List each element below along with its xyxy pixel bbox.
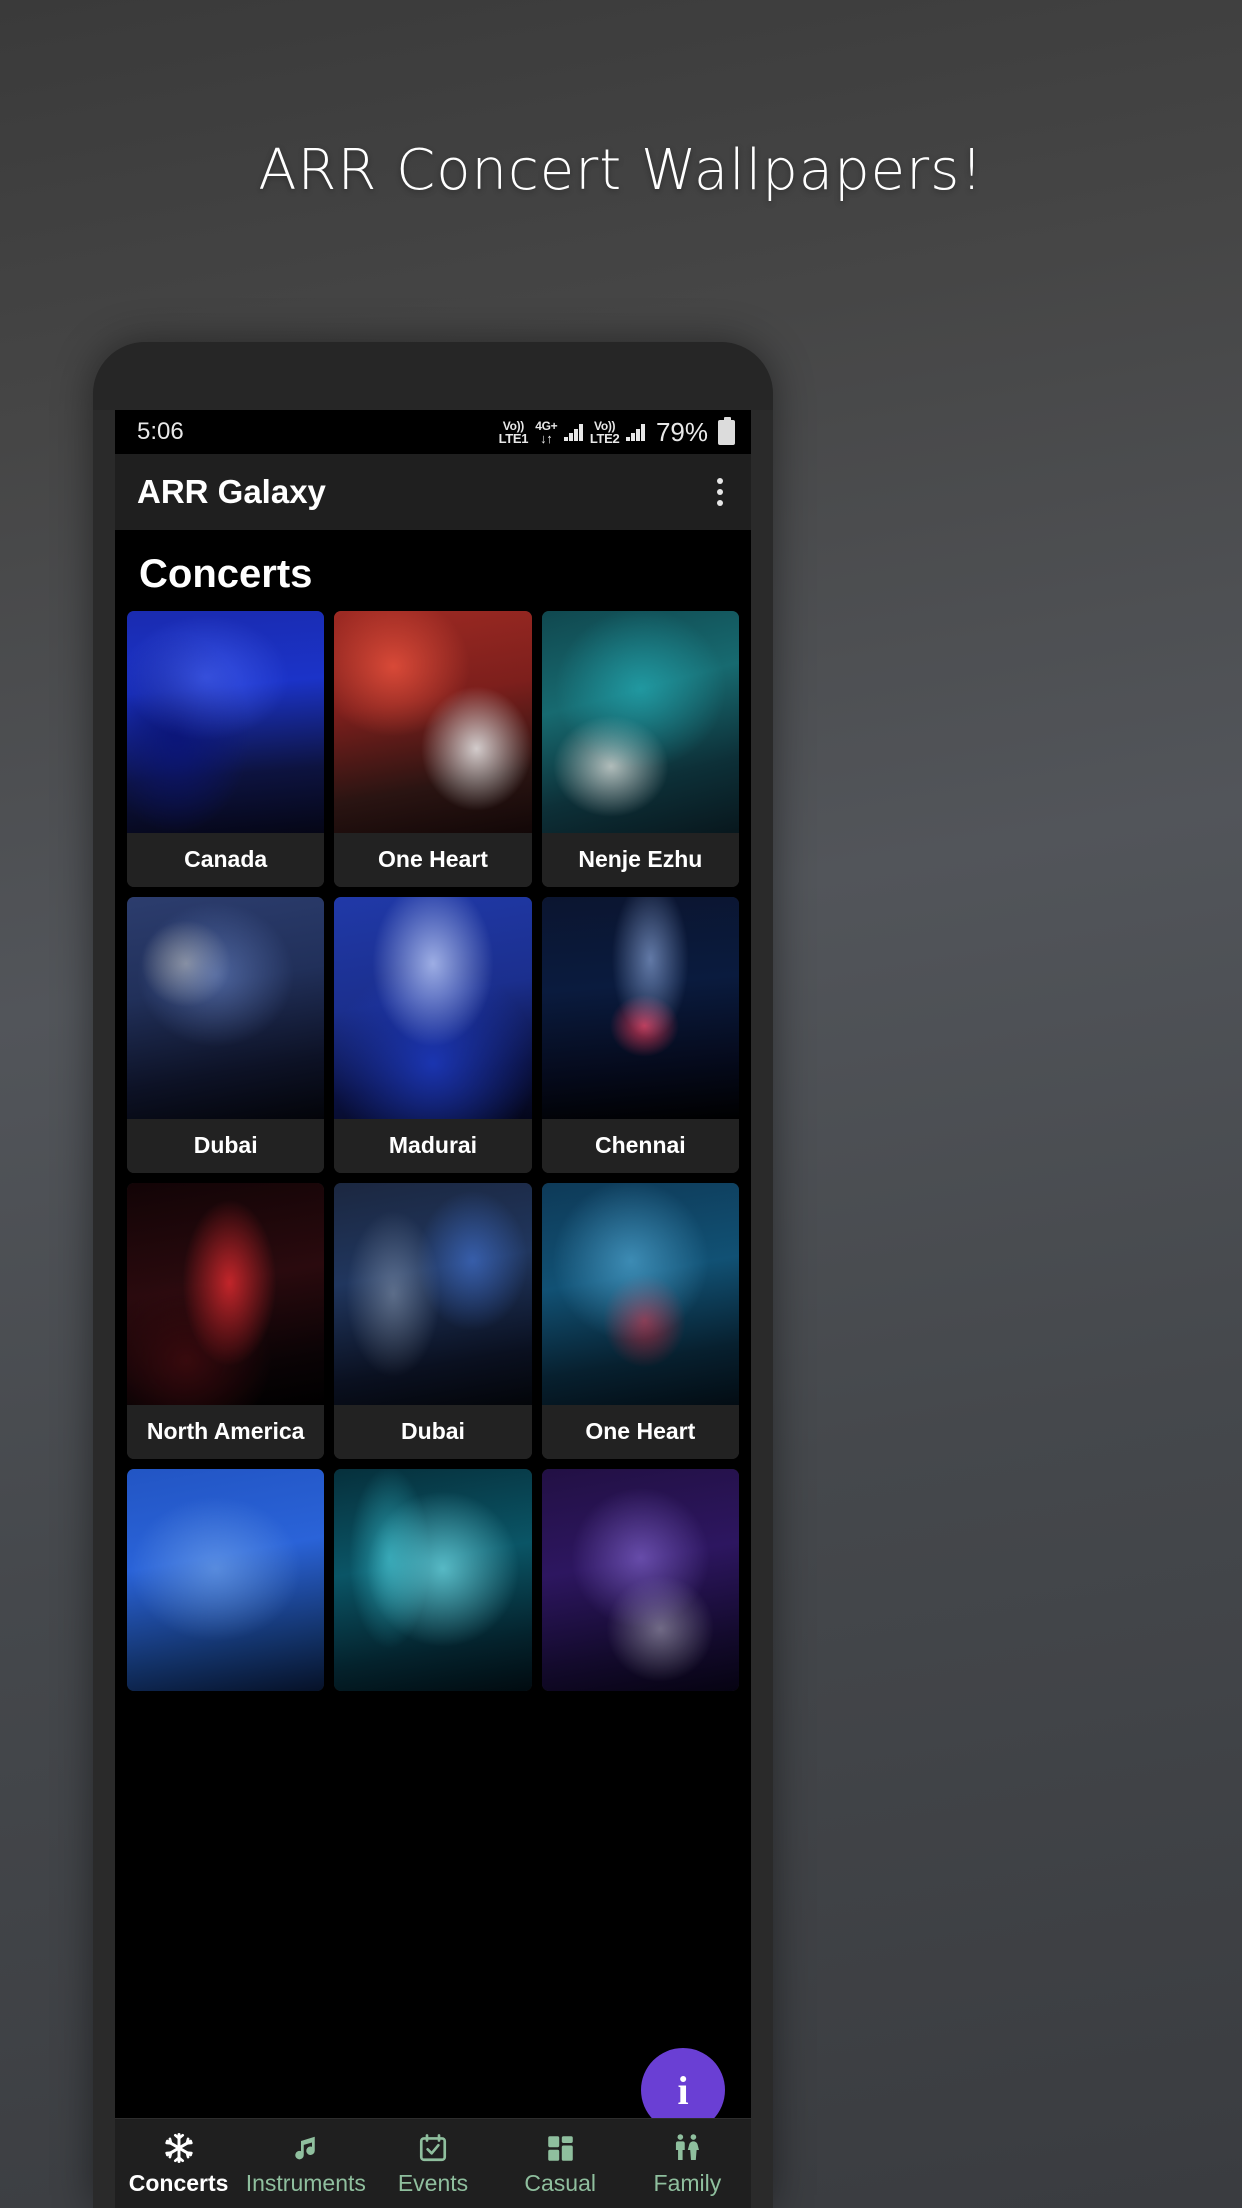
concert-tile[interactable] <box>334 1469 532 1691</box>
concert-thumbnail <box>334 1183 532 1405</box>
app-bar-title: ARR Galaxy <box>137 473 326 510</box>
app-bar: ARR Galaxy <box>115 454 751 530</box>
content-area: Concerts Canada One Heart Nenje Ezhu Dub… <box>115 530 751 2208</box>
nav-item-family[interactable]: Family <box>624 2130 751 2197</box>
phone-mockup: 5:06 Vo)) LTE1 4G+ ↓↑ Vo)) LTE2 79% ARR … <box>93 342 773 2208</box>
concert-thumbnail <box>127 611 325 833</box>
concert-tile[interactable] <box>127 1469 325 1691</box>
signal-bars-sim2-icon <box>626 423 645 441</box>
dashboard-icon <box>545 2130 576 2166</box>
concert-tile-label: Dubai <box>334 1405 532 1459</box>
concert-thumbnail <box>127 897 325 1119</box>
sim2-volte-icon: Vo)) LTE2 <box>589 418 620 446</box>
network-type-icon: 4G+ ↓↑ <box>535 418 558 446</box>
status-bar: 5:06 Vo)) LTE1 4G+ ↓↑ Vo)) LTE2 79% <box>115 410 751 454</box>
concert-tile[interactable]: Dubai <box>334 1183 532 1459</box>
page-title: Concerts <box>139 552 313 596</box>
concert-tile-label: Canada <box>127 833 325 887</box>
concert-tile-label: Chennai <box>541 1119 739 1173</box>
concert-tile[interactable]: Madurai <box>334 897 532 1173</box>
concert-tile-label: One Heart <box>541 1405 739 1459</box>
concert-tile[interactable]: One Heart <box>541 1183 739 1459</box>
concert-grid: Canada One Heart Nenje Ezhu Dubai Madura… <box>115 611 751 1691</box>
concert-thumbnail <box>334 1469 532 1691</box>
nav-item-instruments[interactable]: Instruments <box>242 2130 369 2197</box>
nav-item-casual[interactable]: Casual <box>497 2130 624 2197</box>
concert-thumbnail <box>127 1183 325 1405</box>
nav-label: Concerts <box>128 2170 229 2196</box>
phone-bezel <box>93 342 773 410</box>
concert-thumbnail <box>541 897 739 1119</box>
info-icon: i <box>677 2067 689 2113</box>
phone-screen: 5:06 Vo)) LTE1 4G+ ↓↑ Vo)) LTE2 79% ARR … <box>115 410 751 2208</box>
concert-tile[interactable] <box>541 1469 739 1691</box>
nav-item-events[interactable]: Events <box>369 2130 496 2197</box>
nav-label: Events <box>397 2170 469 2196</box>
music-note-icon <box>291 2130 321 2166</box>
concert-tile[interactable]: Canada <box>127 611 325 887</box>
concert-tile-label: One Heart <box>334 833 532 887</box>
nav-item-concerts[interactable]: Concerts <box>115 2130 242 2197</box>
concert-tile-label: Dubai <box>127 1119 325 1173</box>
concert-tile-label: Nenje Ezhu <box>541 833 739 887</box>
concert-thumbnail <box>127 1469 325 1691</box>
concert-thumbnail <box>334 897 532 1119</box>
concert-tile-label: North America <box>127 1405 325 1459</box>
overflow-menu-icon[interactable] <box>711 470 729 514</box>
bottom-navigation: Concerts Instruments Events Casual Famil… <box>115 2118 751 2208</box>
promo-title: ARR Concert Wallpapers! <box>258 138 984 203</box>
battery-icon <box>718 416 735 445</box>
concert-thumbnail <box>334 611 532 833</box>
concert-tile[interactable]: Chennai <box>541 897 739 1173</box>
concert-thumbnail <box>541 1469 739 1691</box>
nav-label: Family <box>653 2170 722 2196</box>
nav-label: Casual <box>524 2170 597 2196</box>
status-time: 5:06 <box>137 418 184 445</box>
concert-tile-label: Madurai <box>334 1119 532 1173</box>
concert-tile[interactable]: One Heart <box>334 611 532 887</box>
signal-bars-sim1-icon <box>564 423 583 441</box>
concert-thumbnail <box>541 611 739 833</box>
sim1-volte-icon: Vo)) LTE1 <box>498 418 529 446</box>
concert-tile[interactable]: North America <box>127 1183 325 1459</box>
concert-thumbnail <box>541 1183 739 1405</box>
nav-label: Instruments <box>245 2170 366 2196</box>
concert-tile[interactable]: Nenje Ezhu <box>541 611 739 887</box>
calendar-check-icon <box>417 2130 449 2166</box>
concert-tile[interactable]: Dubai <box>127 897 325 1173</box>
snowflake-icon <box>162 2130 196 2166</box>
status-indicators: Vo)) LTE1 4G+ ↓↑ Vo)) LTE2 79% <box>498 416 735 448</box>
family-icon <box>671 2130 703 2166</box>
battery-percent: 79% <box>655 416 708 447</box>
